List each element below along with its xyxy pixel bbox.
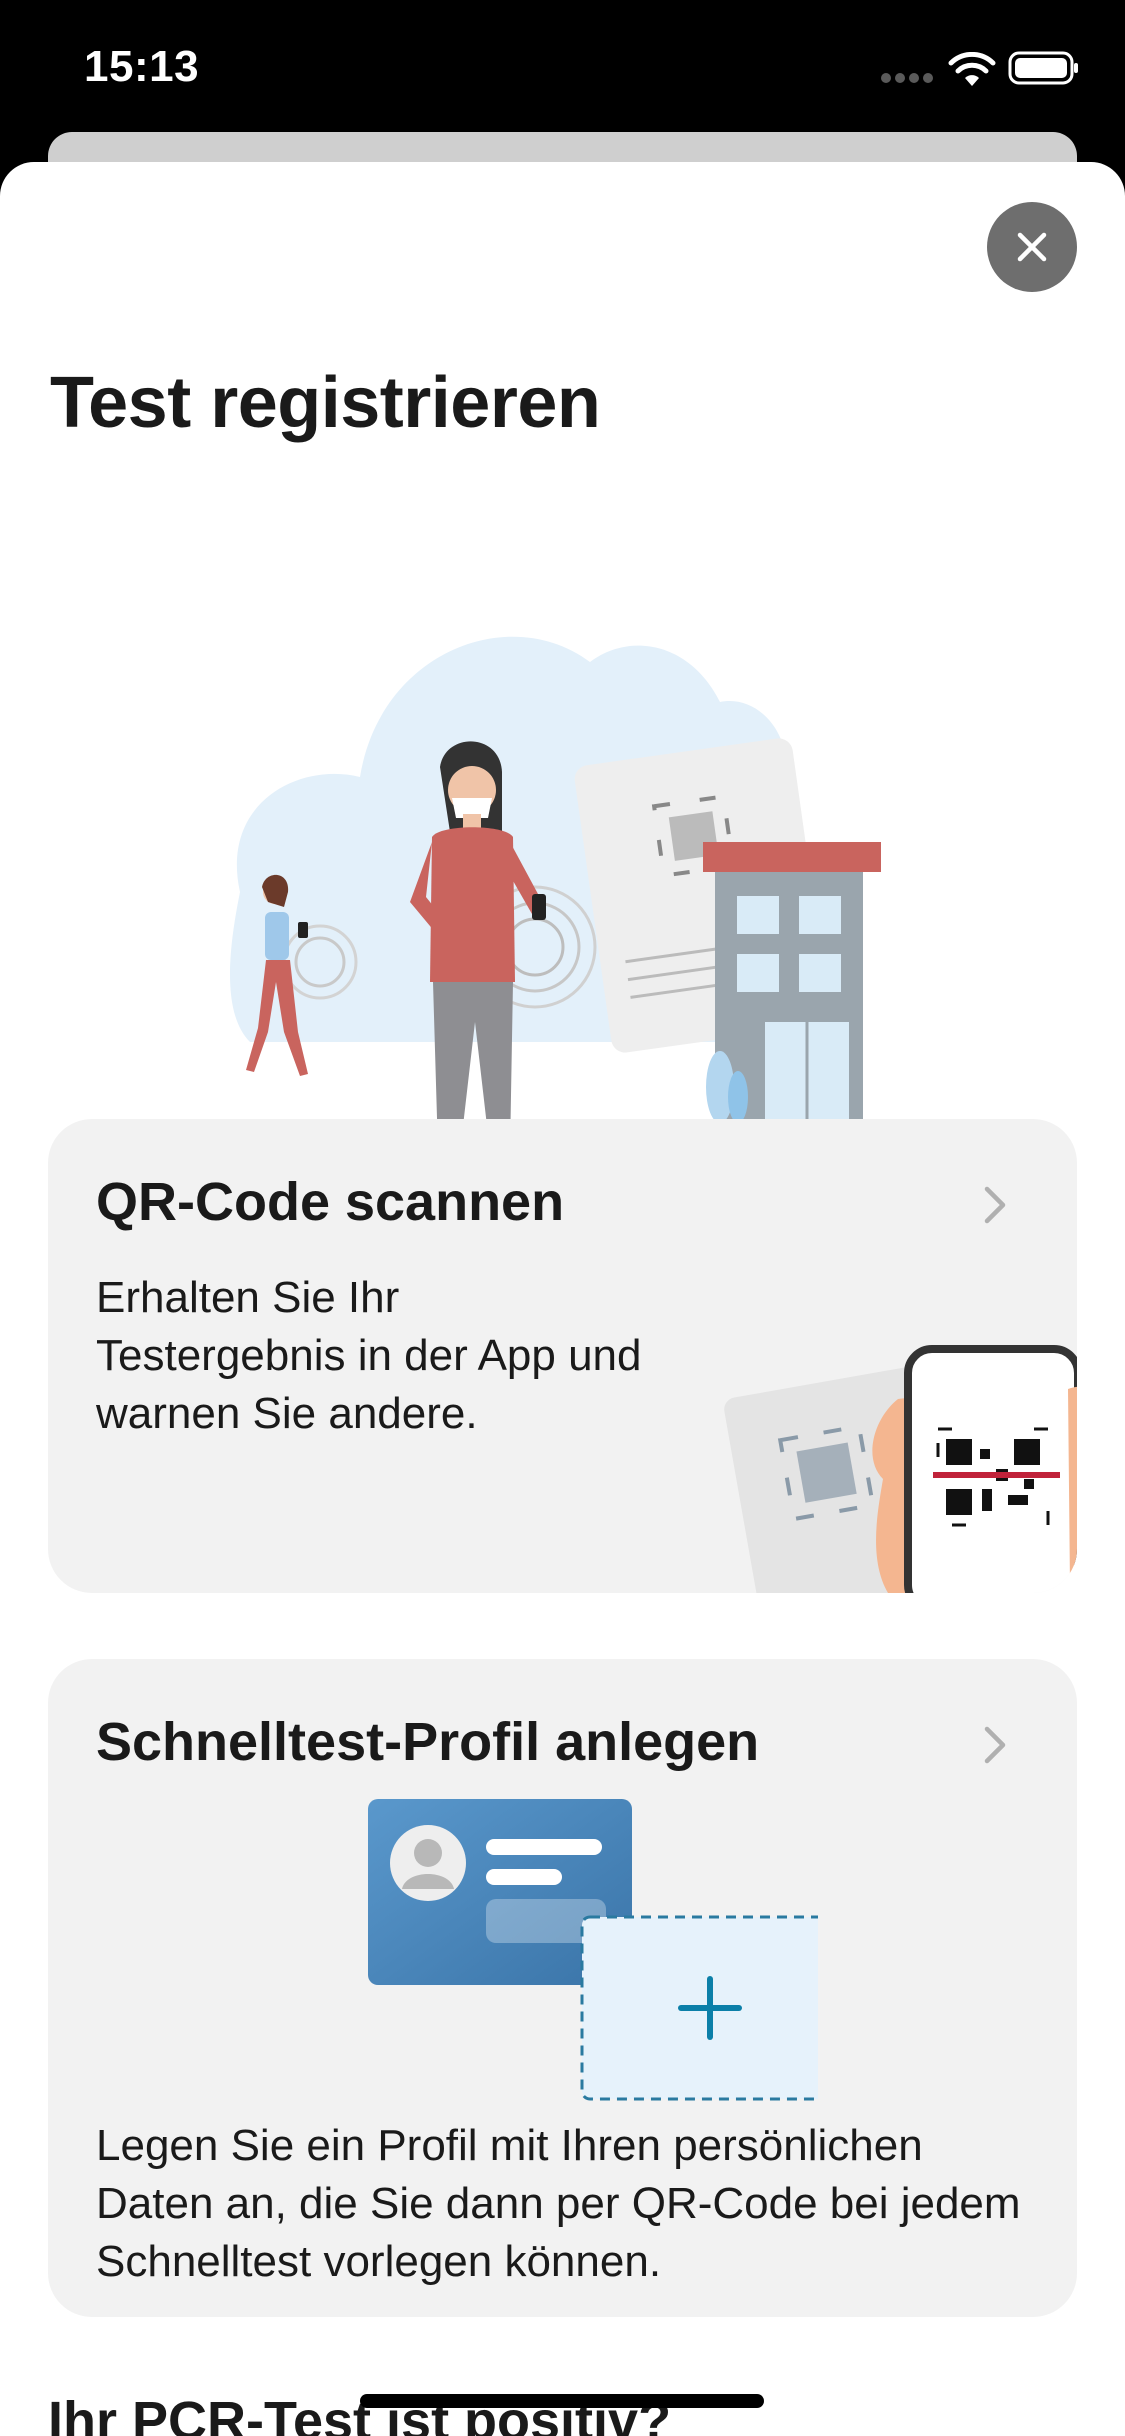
- scan-qr-card[interactable]: QR-Code scannen Erhalten Sie Ihr Testerg…: [48, 1119, 1077, 1593]
- scan-qr-description: Erhalten Sie Ihr Testergebnis in der App…: [96, 1273, 642, 1438]
- chevron-right-icon: [984, 1726, 1006, 1764]
- chevron-right-icon: [984, 1186, 1006, 1224]
- page-title: Test registrieren: [50, 363, 601, 443]
- battery-icon: [1008, 51, 1078, 85]
- rapid-test-profile-description: Legen Sie ein Profil mit Ihren persönlic…: [96, 2121, 1021, 2286]
- rapid-test-profile-title: Schnelltest-Profil anlegen: [96, 1712, 760, 1772]
- home-indicator: [360, 2394, 764, 2408]
- close-icon: [1017, 232, 1047, 262]
- modal-sheet: Test registrieren QR-Code scannen Erhalt…: [0, 162, 1125, 2436]
- close-button[interactable]: [987, 202, 1077, 292]
- profile-card-illustration: [368, 1799, 818, 2101]
- qr-scan-illustration: [724, 1345, 1077, 1593]
- status-bar: 15:13: [0, 0, 1125, 140]
- scan-qr-title: QR-Code scannen: [96, 1172, 565, 1232]
- signal-dots-icon: [881, 73, 933, 83]
- hero-illustration: [230, 636, 881, 1162]
- status-time: 15:13: [84, 42, 200, 91]
- rapid-test-profile-card[interactable]: Schnelltest-Profil anlegen Legen Sie ein…: [48, 1659, 1077, 2317]
- wifi-icon: [948, 52, 996, 86]
